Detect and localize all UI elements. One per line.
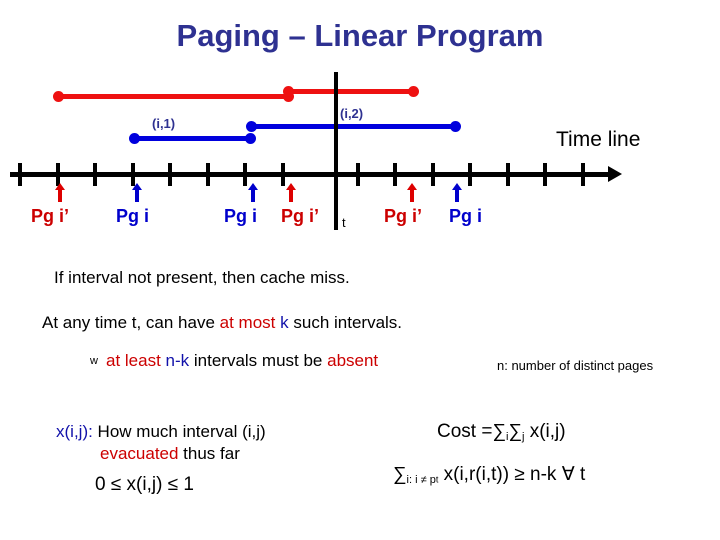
- bullet-middle-text: intervals must be: [189, 351, 328, 370]
- axis-tick: [506, 163, 510, 186]
- x-range-constraint: 0 ≤ x(i,j) ≤ 1: [95, 474, 194, 495]
- event-label-pg-i-2: Pg i: [224, 206, 258, 226]
- x-definition-line2: evacuated thus far: [100, 444, 240, 464]
- sigma-constraint-subscript: i: i ≠ p: [406, 473, 436, 486]
- axis-tick: [468, 163, 472, 186]
- timeline-axis-arrowhead: [608, 166, 622, 182]
- axis-tick: [93, 163, 97, 186]
- at-most-k-statement: At any time t, can have at most k such i…: [42, 313, 402, 333]
- event-arrow-up-icon: [452, 183, 462, 202]
- event-label-pg-i-prime-1: Pg i’: [31, 206, 70, 226]
- n-definition-note: n: number of distinct pages: [497, 358, 654, 373]
- cost-objective: Cost =∑i∑j x(i,j): [437, 421, 566, 443]
- event-label-pg-i-prime-3: Pg i’: [384, 206, 423, 226]
- event-arrow-up-icon: [248, 183, 258, 202]
- k-emphasis: k: [275, 313, 289, 332]
- interval-label-i1: (i,1): [152, 116, 176, 131]
- red-interval-2-start-dot: [283, 86, 294, 97]
- interval-label-i2: (i,2): [340, 106, 364, 121]
- timeline-axis: [10, 172, 610, 177]
- coverage-constraint: ∑i: i ≠ pt x(i,r(i,t)) ≥ n-k ∀ t: [393, 463, 585, 486]
- at-least-nk-bullet: at least n-k intervals must be absent: [106, 351, 378, 371]
- axis-tick: [18, 163, 22, 186]
- sigma-constraint-icon: ∑: [393, 464, 407, 485]
- at-most-k-prefix: At any time t, can have: [42, 313, 220, 332]
- time-t-label: t: [342, 215, 346, 230]
- cache-miss-text: If interval not present, then cache miss…: [54, 268, 350, 287]
- x-ij-description: How much interval (i,j): [92, 422, 266, 441]
- time-t-vertical-line: [334, 72, 338, 230]
- axis-tick: [431, 163, 435, 186]
- blue-interval-2-line: [251, 124, 455, 129]
- axis-tick: [168, 163, 172, 186]
- timeline-diagram: (i,1) (i,2) t Time line Pg i’ Pg i Pg i …: [0, 60, 720, 250]
- x-ij-label: x(i,j):: [56, 422, 93, 441]
- event-label-pg-i-1: Pg i: [116, 206, 150, 226]
- nk-emphasis: n-k: [160, 351, 190, 370]
- axis-tick: [543, 163, 547, 186]
- event-arrow-up-icon: [286, 183, 296, 202]
- cost-tail: x(i,j): [524, 421, 566, 442]
- event-label-pg-i-3: Pg i: [449, 206, 483, 226]
- bullet-marker-icon: w: [90, 355, 98, 367]
- axis-tick: [581, 163, 585, 186]
- axis-tick: [393, 163, 397, 186]
- blue-interval-1-line: [134, 136, 251, 141]
- axis-tick: [243, 163, 247, 186]
- sigma-j-icon: ∑: [508, 421, 522, 442]
- axis-tick: [356, 163, 360, 186]
- red-interval-2-end-dot: [408, 86, 419, 97]
- cost-prefix: Cost =: [437, 421, 493, 442]
- blue-interval-2-end-dot: [450, 121, 461, 132]
- blue-interval-2-start-dot: [246, 121, 257, 132]
- slide-canvas: Paging – Linear Program (i,1) (i,2) t Ti…: [0, 0, 720, 540]
- timeline-caption: Time line: [556, 128, 641, 151]
- cache-miss-statement: If interval not present, then cache miss…: [54, 268, 350, 288]
- event-label-pg-i-prime-2: Pg i’: [281, 206, 320, 226]
- at-most-emphasis: at most: [219, 313, 276, 332]
- event-arrow-up-icon: [407, 183, 417, 202]
- red-interval-1-start-dot: [53, 91, 64, 102]
- at-most-k-suffix: such intervals.: [288, 313, 403, 332]
- x-definition-line1: x(i,j): How much interval (i,j): [56, 422, 266, 442]
- thus-far-text: thus far: [178, 444, 240, 463]
- sigma-i-icon: ∑: [492, 421, 506, 442]
- event-arrow-up-icon: [55, 183, 65, 202]
- axis-tick: [281, 163, 285, 186]
- red-interval-1-line: [58, 94, 290, 99]
- red-interval-2-line: [288, 89, 413, 94]
- evacuated-emphasis: evacuated: [100, 444, 179, 463]
- blue-interval-1-end-dot: [245, 133, 256, 144]
- page-title: Paging – Linear Program: [176, 18, 544, 53]
- blue-interval-1-start-dot: [129, 133, 140, 144]
- axis-tick: [206, 163, 210, 186]
- at-least-emphasis: at least: [106, 351, 161, 370]
- coverage-constraint-tail: x(i,r(i,t)) ≥ n-k ∀ t: [438, 464, 586, 485]
- event-arrow-up-icon: [132, 183, 142, 202]
- absent-emphasis: absent: [327, 351, 379, 370]
